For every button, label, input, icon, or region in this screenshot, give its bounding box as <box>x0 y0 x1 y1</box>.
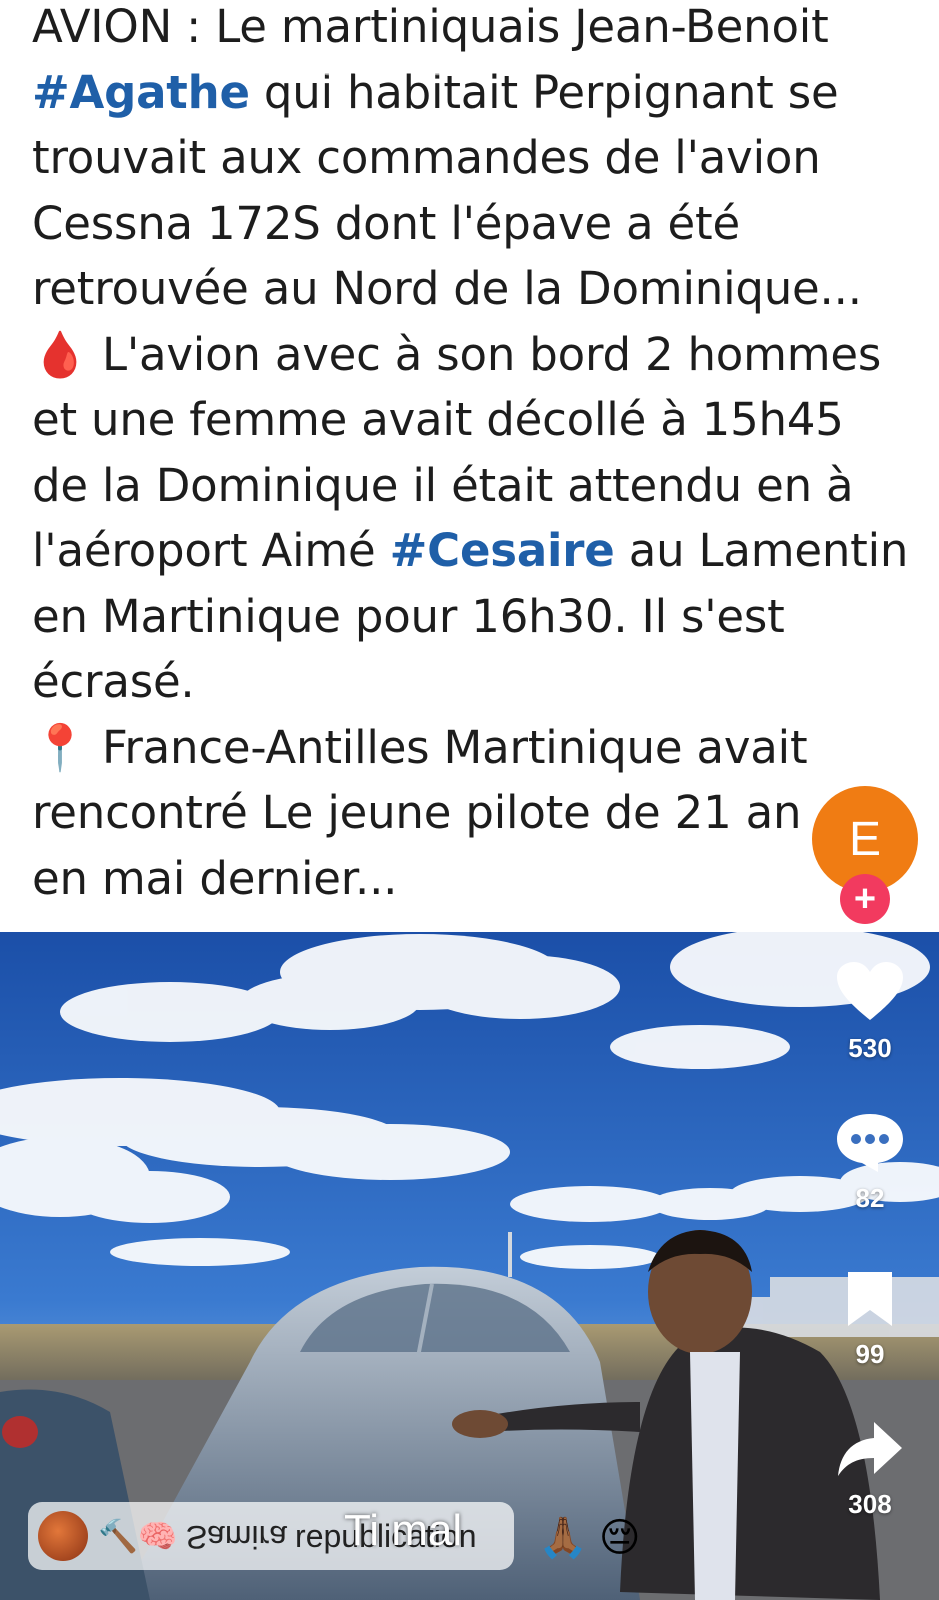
avatar-letter: E <box>848 812 881 866</box>
caption-line: 📍 France-Antilles Martinique avait <box>32 715 912 781</box>
tab-explorer[interactable]: Explorer <box>251 38 381 98</box>
commenter-name: Samira <box>185 1518 288 1555</box>
like-button[interactable]: 530 <box>828 960 912 1064</box>
caption-line: en mai dernier... <box>32 851 398 905</box>
caption-text: AVION : Le martiniquais Jean-Benoit #Aga… <box>32 0 912 911</box>
bookmark-count: 99 <box>855 1339 885 1369</box>
share-count: 308 <box>848 1489 892 1519</box>
caption-line: trouvait aux commandes de l'avion <box>32 131 821 184</box>
follow-button[interactable]: + <box>840 874 890 924</box>
tab-for-you[interactable]: Pour toi <box>567 38 688 98</box>
bookmark-icon <box>848 1272 892 1326</box>
caption-line-rest: L'avion avec à son bord 2 hommes <box>101 327 882 381</box>
comment-count: 82 <box>855 1183 885 1213</box>
caption-line: Cessna 172S dont l'épave a été <box>32 196 740 250</box>
commenter-avatar <box>38 1511 88 1561</box>
search-icon[interactable] <box>848 46 892 90</box>
caption-line: 🩸 L'avion avec à son bord 2 hommes <box>32 322 912 388</box>
share-button[interactable]: 308 <box>828 1418 912 1520</box>
pray-sad-icon: 🙏🏾 😔 <box>538 1516 641 1560</box>
share-icon <box>838 1422 902 1476</box>
hashtag-cesaire[interactable]: #Cesaire <box>390 524 615 577</box>
caption-line: de la Dominique il était attendu en à <box>32 458 854 512</box>
tab-following[interactable]: Suivis <box>427 38 521 98</box>
like-count: 530 <box>848 1033 892 1063</box>
post-photo <box>0 932 939 1600</box>
caption-line: écrasé. <box>32 655 195 708</box>
heart-icon <box>837 962 903 1020</box>
caption-line: rencontré Le jeune pilote de 21 an <box>32 786 802 839</box>
blood-drop-icon: 🩸 <box>32 327 88 381</box>
caption-line-rest: au Lamentin <box>614 524 909 577</box>
comment-icon <box>837 1114 903 1172</box>
caption-line: en Martinique pour 16h30. Il s'est <box>32 589 785 643</box>
pin-icon: 📍 <box>32 720 88 774</box>
comment-button[interactable]: 82 <box>828 1110 912 1214</box>
hammer-brain-icon: 🔨🧠 <box>98 1517 178 1555</box>
caption-line: retrouvée au Nord de la Dominique... <box>32 262 862 315</box>
video-overlay-text: Ti mal <box>344 1506 463 1555</box>
caption-line-start: l'aéroport Aimé <box>32 524 390 577</box>
feed-tabs: Explorer Suivis Pour toi <box>0 38 939 98</box>
caption-line-rest: France-Antilles Martinique avait <box>101 720 808 774</box>
bookmark-button[interactable]: 99 <box>828 1268 912 1370</box>
caption-line: l'aéroport Aimé #Cesaire au Lamentin <box>32 518 912 584</box>
caption-line: et une femme avait décollé à 15h45 <box>32 393 844 446</box>
post-caption: AVION : Le martiniquais Jean-Benoit #Aga… <box>0 0 939 932</box>
